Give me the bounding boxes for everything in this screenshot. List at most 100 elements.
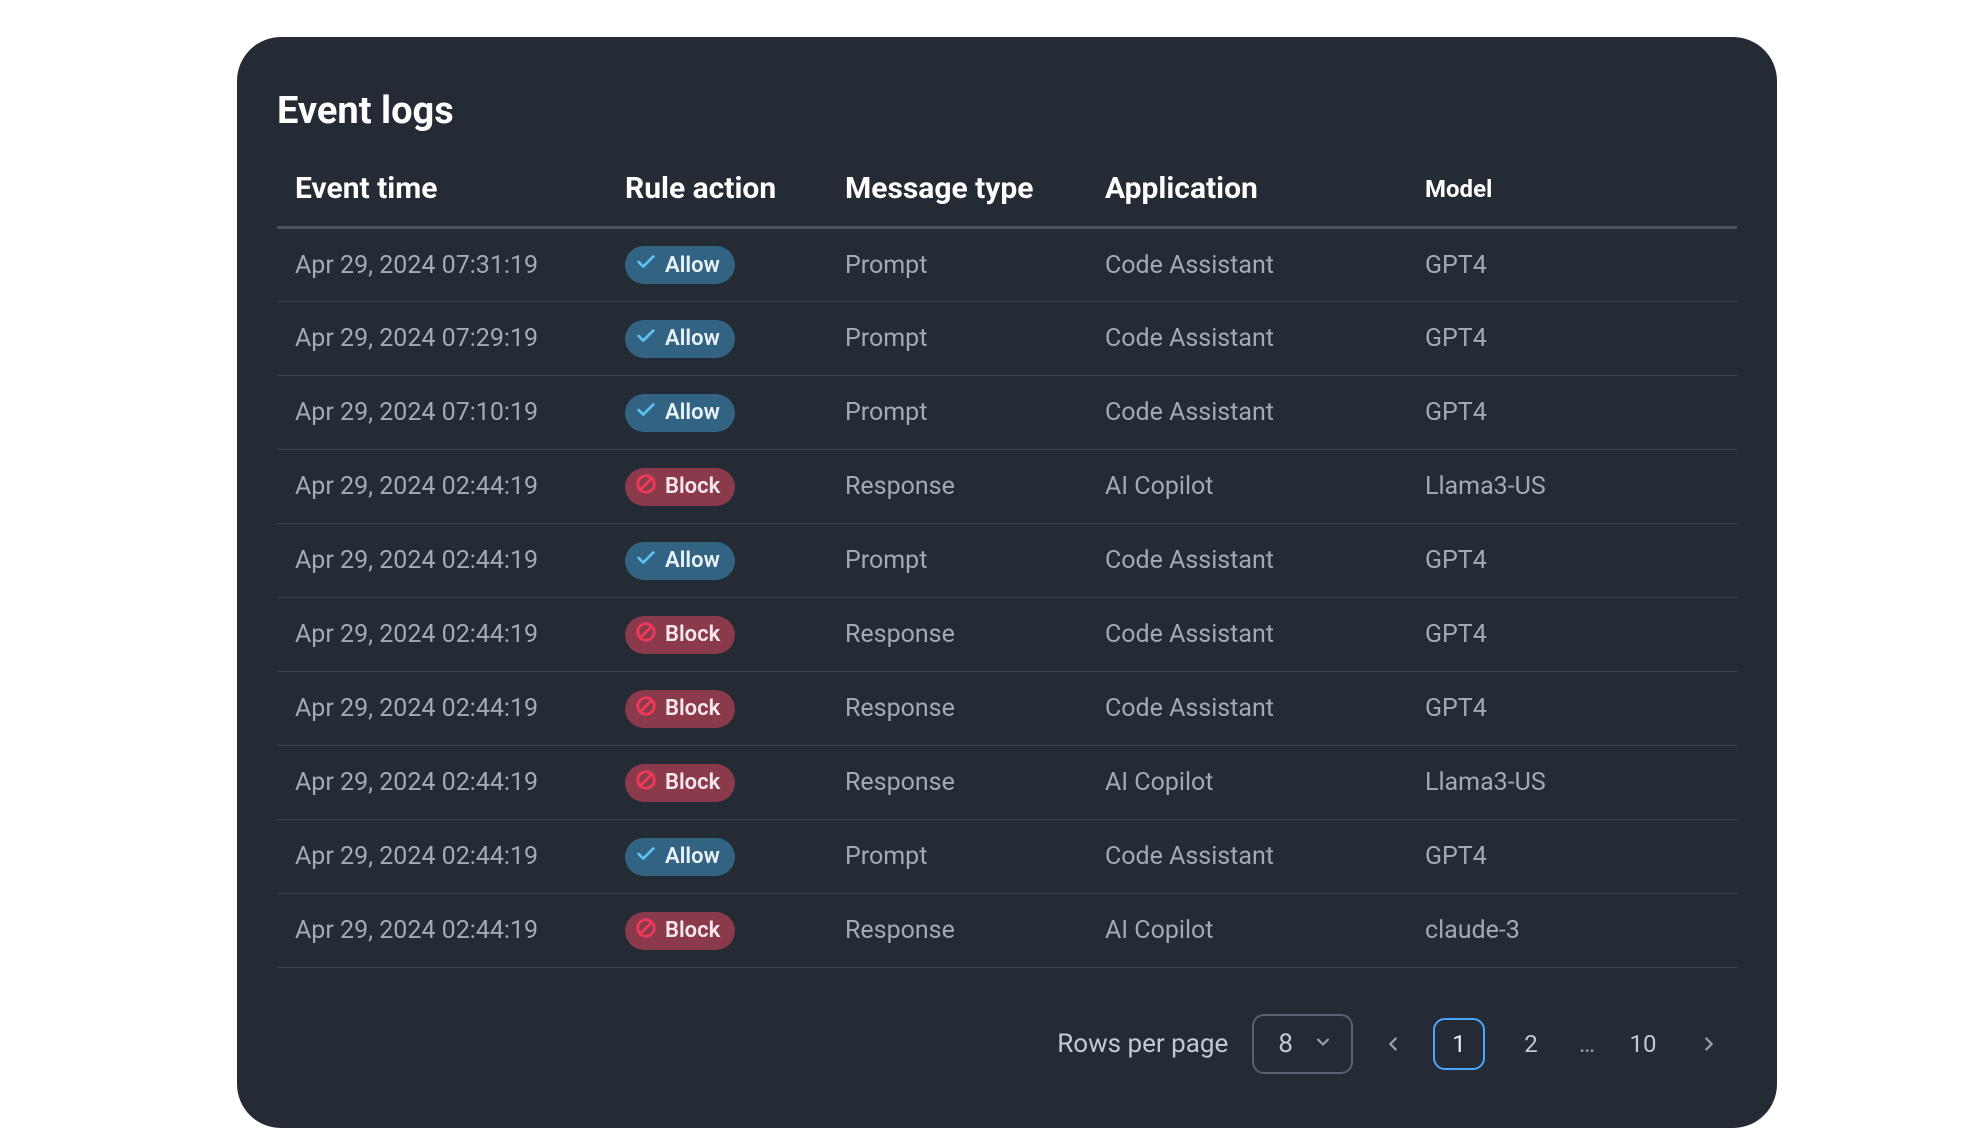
- block-badge: Block: [625, 690, 735, 728]
- cell-rule-action: Block: [607, 746, 827, 820]
- cell-message-type: Response: [827, 672, 1087, 746]
- check-icon: [635, 251, 657, 279]
- table-row[interactable]: Apr 29, 2024 07:31:19 Allow PromptCode Ass…: [277, 228, 1737, 302]
- cell-message-type: Prompt: [827, 820, 1087, 894]
- cell-application: Code Assistant: [1087, 228, 1407, 302]
- prev-page-button[interactable]: [1373, 1024, 1413, 1064]
- cell-application: AI Copilot: [1087, 894, 1407, 968]
- cell-rule-action: Block: [607, 672, 827, 746]
- allow-badge: Allow: [625, 838, 735, 876]
- table-row[interactable]: Apr 29, 2024 02:44:19BlockResponseAI Cop…: [277, 894, 1737, 968]
- badge-label: Block: [665, 770, 720, 795]
- block-badge: Block: [625, 616, 735, 654]
- badge-label: Block: [665, 696, 720, 721]
- cell-model: claude-3: [1407, 894, 1737, 968]
- cell-message-type: Response: [827, 450, 1087, 524]
- cell-event-time: Apr 29, 2024 02:44:19: [277, 598, 607, 672]
- cell-application: Code Assistant: [1087, 672, 1407, 746]
- table-row[interactable]: Apr 29, 2024 02:44:19 Allow PromptCode Ass…: [277, 524, 1737, 598]
- badge-label: Block: [665, 622, 720, 647]
- cell-model: Llama3-US: [1407, 746, 1737, 820]
- cell-message-type: Prompt: [827, 228, 1087, 302]
- allow-badge: Allow: [625, 542, 735, 580]
- cell-event-time: Apr 29, 2024 02:44:19: [277, 524, 607, 598]
- cell-application: Code Assistant: [1087, 820, 1407, 894]
- page-button-last[interactable]: 10: [1617, 1018, 1669, 1070]
- cell-message-type: Prompt: [827, 376, 1087, 450]
- badge-label: Block: [665, 474, 720, 499]
- check-icon: [635, 547, 657, 575]
- allow-badge: Allow: [625, 246, 735, 284]
- cell-rule-action: Allow: [607, 376, 827, 450]
- col-header-time[interactable]: Event time: [277, 171, 607, 228]
- cell-model: GPT4: [1407, 228, 1737, 302]
- block-icon: [635, 769, 657, 797]
- table-row[interactable]: Apr 29, 2024 02:44:19 Block ResponseCode A…: [277, 672, 1737, 746]
- table-header-row: Event time Rule action Message type Appl…: [277, 171, 1737, 228]
- col-header-model[interactable]: Model: [1407, 171, 1737, 228]
- cell-rule-action: Allow: [607, 524, 827, 598]
- badge-label: Allow: [665, 253, 720, 278]
- table-row[interactable]: Apr 29, 2024 02:44:19BlockResponseAI Cop…: [277, 746, 1737, 820]
- table-row[interactable]: Apr 29, 2024 07:29:19 Allow PromptCode Ass…: [277, 302, 1737, 376]
- table-row[interactable]: Apr 29, 2024 02:44:19 Block ResponseCode A…: [277, 598, 1737, 672]
- check-icon: [635, 843, 657, 871]
- block-icon: [635, 695, 657, 723]
- cell-event-time: Apr 29, 2024 02:44:19: [277, 746, 607, 820]
- rows-per-page-value: 8: [1278, 1029, 1293, 1059]
- pagination-bar: Rows per page 8 1 2 … 10: [277, 1014, 1737, 1074]
- cell-application: Code Assistant: [1087, 524, 1407, 598]
- cell-model: GPT4: [1407, 672, 1737, 746]
- cell-message-type: Prompt: [827, 302, 1087, 376]
- chevron-down-icon: [1313, 1029, 1333, 1059]
- table-row[interactable]: Apr 29, 2024 02:44:19BlockResponseAI Cop…: [277, 450, 1737, 524]
- cell-application: AI Copilot: [1087, 746, 1407, 820]
- badge-label: Allow: [665, 326, 720, 351]
- page-button-2[interactable]: 2: [1505, 1018, 1557, 1070]
- check-icon: [635, 325, 657, 353]
- cell-application: Code Assistant: [1087, 376, 1407, 450]
- block-icon: [635, 473, 657, 501]
- cell-rule-action: Allow: [607, 228, 827, 302]
- col-header-app[interactable]: Application: [1087, 171, 1407, 228]
- col-header-msgtype[interactable]: Message type: [827, 171, 1087, 228]
- cell-model: GPT4: [1407, 820, 1737, 894]
- cell-event-time: Apr 29, 2024 02:44:19: [277, 672, 607, 746]
- badge-label: Allow: [665, 548, 720, 573]
- allow-badge: Allow: [625, 320, 735, 358]
- allow-badge: Allow: [625, 394, 735, 432]
- cell-event-time: Apr 29, 2024 02:44:19: [277, 820, 607, 894]
- table-row[interactable]: Apr 29, 2024 02:44:19 Allow PromptCode Ass…: [277, 820, 1737, 894]
- cell-message-type: Prompt: [827, 524, 1087, 598]
- cell-model: GPT4: [1407, 376, 1737, 450]
- badge-label: Allow: [665, 844, 720, 869]
- cell-application: AI Copilot: [1087, 450, 1407, 524]
- cell-model: Llama3-US: [1407, 450, 1737, 524]
- event-logs-table: Event time Rule action Message type Appl…: [277, 171, 1737, 968]
- block-icon: [635, 917, 657, 945]
- block-badge: Block: [625, 912, 735, 950]
- table-row[interactable]: Apr 29, 2024 07:10:19 Allow PromptCode Ass…: [277, 376, 1737, 450]
- rows-per-page-select[interactable]: 8: [1252, 1014, 1353, 1074]
- badge-label: Block: [665, 918, 720, 943]
- cell-model: GPT4: [1407, 524, 1737, 598]
- page-ellipsis: …: [1577, 1030, 1597, 1058]
- cell-event-time: Apr 29, 2024 07:29:19: [277, 302, 607, 376]
- cell-rule-action: Block: [607, 894, 827, 968]
- col-header-action[interactable]: Rule action: [607, 171, 827, 228]
- cell-rule-action: Block: [607, 450, 827, 524]
- cell-event-time: Apr 29, 2024 02:44:19: [277, 894, 607, 968]
- block-badge: Block: [625, 764, 735, 802]
- cell-rule-action: Allow: [607, 302, 827, 376]
- cell-message-type: Response: [827, 598, 1087, 672]
- cell-application: Code Assistant: [1087, 598, 1407, 672]
- cell-rule-action: Block: [607, 598, 827, 672]
- cell-event-time: Apr 29, 2024 07:10:19: [277, 376, 607, 450]
- cell-event-time: Apr 29, 2024 07:31:19: [277, 228, 607, 302]
- block-badge: Block: [625, 468, 735, 506]
- page-title: Event logs: [277, 89, 1737, 133]
- cell-model: GPT4: [1407, 302, 1737, 376]
- cell-application: Code Assistant: [1087, 302, 1407, 376]
- next-page-button[interactable]: [1689, 1024, 1729, 1064]
- page-button-1[interactable]: 1: [1433, 1018, 1485, 1070]
